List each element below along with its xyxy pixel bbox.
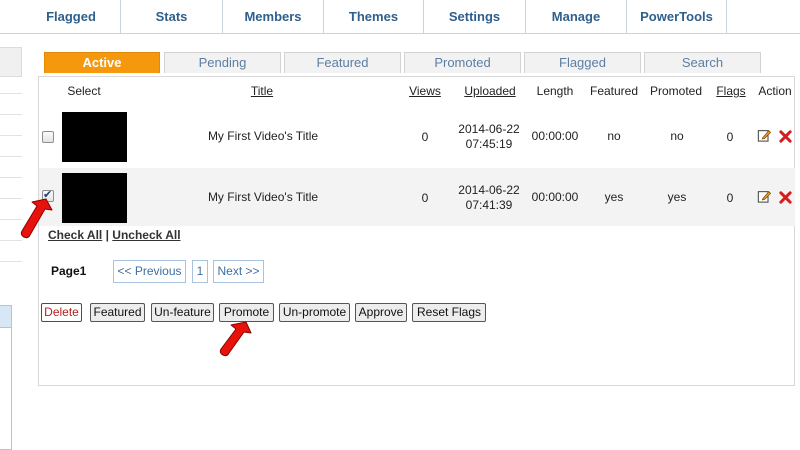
delete-button[interactable]: Delete: [41, 303, 82, 322]
nav-stats[interactable]: Stats: [121, 0, 223, 34]
row-checkbox[interactable]: [42, 131, 54, 143]
unpromote-button[interactable]: Un-promote: [279, 303, 350, 322]
video-views: 0: [421, 191, 429, 205]
check-all-link[interactable]: Check All: [48, 228, 102, 242]
sidebar-divider: [0, 261, 22, 262]
delete-icon[interactable]: [779, 130, 792, 143]
uncheck-all-link[interactable]: Uncheck All: [112, 228, 180, 242]
nav-members[interactable]: Members: [223, 0, 324, 34]
video-promoted: no: [670, 129, 684, 143]
video-views: 0: [421, 130, 429, 144]
video-featured: yes: [604, 190, 624, 204]
page-label: Page1: [51, 264, 87, 278]
previous-page-button[interactable]: << Previous: [113, 260, 186, 283]
video-upload-date: 2014-06-22: [458, 122, 520, 136]
table-row: My First Video's Title 0 2014-06-22 07:4…: [39, 108, 795, 166]
red-pointer-arrow-icon: [219, 321, 252, 357]
featured-button[interactable]: Featured: [90, 303, 145, 322]
video-upload-time: 07:41:39: [465, 198, 513, 212]
top-navigation: Flagged Stats Members Themes Settings Ma…: [0, 0, 800, 34]
check-links-separator: |: [102, 228, 113, 242]
nav-themes[interactable]: Themes: [324, 0, 424, 34]
nav-manage[interactable]: Manage: [526, 0, 627, 34]
page-number-button[interactable]: 1: [192, 260, 208, 283]
nav-flagged[interactable]: Flagged: [22, 0, 121, 34]
header-promoted: Promoted: [649, 84, 703, 98]
nav-settings[interactable]: Settings: [424, 0, 526, 34]
header-length: Length: [536, 84, 574, 98]
sidebar-divider: [0, 135, 22, 136]
video-flags: 0: [726, 191, 734, 205]
video-length: 00:00:00: [531, 190, 579, 204]
sidebar-widget: [0, 305, 12, 450]
header-title[interactable]: Title: [242, 83, 282, 99]
tab-promoted[interactable]: Promoted: [404, 52, 521, 73]
video-promoted: yes: [667, 190, 687, 204]
sidebar-divider: [0, 156, 22, 157]
header-action: Action: [758, 84, 792, 98]
sidebar-divider: [0, 177, 22, 178]
sidebar-divider: [0, 114, 22, 115]
approve-button[interactable]: Approve: [355, 303, 407, 322]
nav-powertools[interactable]: PowerTools: [627, 0, 727, 34]
table-row: My First Video's Title 0 2014-06-22 07:4…: [39, 168, 795, 226]
tab-search[interactable]: Search: [644, 52, 761, 73]
header-flags[interactable]: Flags: [712, 83, 750, 99]
reset-flags-button[interactable]: Reset Flags: [412, 303, 486, 322]
next-page-button[interactable]: Next >>: [213, 260, 264, 283]
video-thumbnail[interactable]: [62, 173, 127, 223]
video-flags: 0: [726, 130, 734, 144]
sidebar-header: [0, 47, 22, 77]
header-featured: Featured: [589, 84, 639, 98]
video-upload-time: 07:45:19: [465, 137, 513, 151]
tab-active[interactable]: Active: [44, 52, 160, 73]
video-title: My First Video's Title: [207, 190, 319, 204]
video-length: 00:00:00: [531, 129, 579, 143]
video-featured: no: [607, 129, 621, 143]
red-pointer-arrow-icon: [20, 198, 53, 239]
header-views[interactable]: Views: [405, 83, 445, 99]
tab-flagged[interactable]: Flagged: [524, 52, 641, 73]
video-upload-date: 2014-06-22: [458, 183, 520, 197]
header-select: Select: [67, 84, 101, 98]
unfeature-button[interactable]: Un-feature: [151, 303, 214, 322]
video-title: My First Video's Title: [207, 129, 319, 143]
sidebar-divider: [0, 93, 22, 94]
check-links: Check All | Uncheck All: [48, 228, 181, 242]
edit-icon[interactable]: [757, 128, 772, 142]
edit-icon[interactable]: [757, 189, 772, 203]
video-thumbnail[interactable]: [62, 112, 127, 162]
header-uploaded[interactable]: Uploaded: [459, 83, 521, 99]
tab-featured[interactable]: Featured: [284, 52, 401, 73]
delete-icon[interactable]: [779, 191, 792, 204]
tab-pending[interactable]: Pending: [164, 52, 281, 73]
